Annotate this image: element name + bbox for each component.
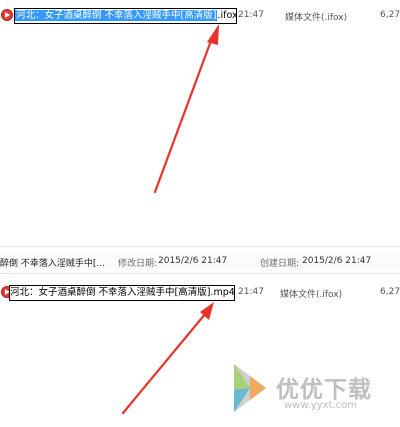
divider (0, 273, 400, 274)
media-file-icon (1, 9, 13, 21)
divider (0, 246, 400, 247)
watermark-url: www.yyxt.com (284, 400, 358, 411)
watermark: 优优下载 www.yyxt.com (226, 360, 396, 422)
arrow-to-extension-bottom (121, 302, 214, 415)
modified-time: 21:47 (238, 10, 264, 20)
full-filename-text: 河北：女子酒桌醉倒 不幸落入淫贼手中[高清版].mp4 (10, 287, 235, 298)
rename-input[interactable]: 河北：女子酒桌醉倒 不幸落入淫贼手中[高清版].ifox (14, 8, 237, 24)
file-row-renaming[interactable]: 河北：女子酒桌醉倒 不幸落入淫贼手中[高清版].ifox 21:47 媒体文件(… (0, 7, 400, 25)
details-bar: 醉倒 不幸落入淫贼手中[... 修改日期: 2015/2/6 21:47 创建日… (0, 252, 400, 270)
arrow-to-extension-top (153, 24, 219, 194)
details-file-name: 醉倒 不幸落入淫贼手中[... (0, 259, 105, 269)
modified-time: 21:47 (238, 287, 264, 297)
watermark-logo-icon (234, 364, 266, 412)
modified-date-value: 2015/2/6 21:47 (158, 256, 228, 266)
file-type: 媒体文件(.ifox) (280, 290, 343, 300)
selected-filename-text: 河北：女子酒桌醉倒 不幸落入淫贼手中[高清版] (15, 10, 218, 21)
file-type: 媒体文件(.ifox) (285, 13, 348, 23)
file-row-renamed[interactable]: 河北：女子酒桌醉倒 不幸落入淫贼手中[高清版].mp4 21:47 媒体文件(.… (0, 284, 400, 302)
watermark-text: 优优下载 (276, 377, 372, 403)
file-size: 6,27 (380, 10, 400, 20)
rename-input[interactable]: 河北：女子酒桌醉倒 不幸落入淫贼手中[高清版].mp4 (9, 285, 235, 301)
created-date-value: 2015/2/6 21:47 (302, 256, 372, 266)
filename-extension: .ifox (217, 10, 237, 21)
created-date-label: 创建日期: (260, 259, 300, 269)
file-size: 6,27 (380, 287, 400, 297)
modified-date-label: 修改日期: (118, 259, 158, 269)
